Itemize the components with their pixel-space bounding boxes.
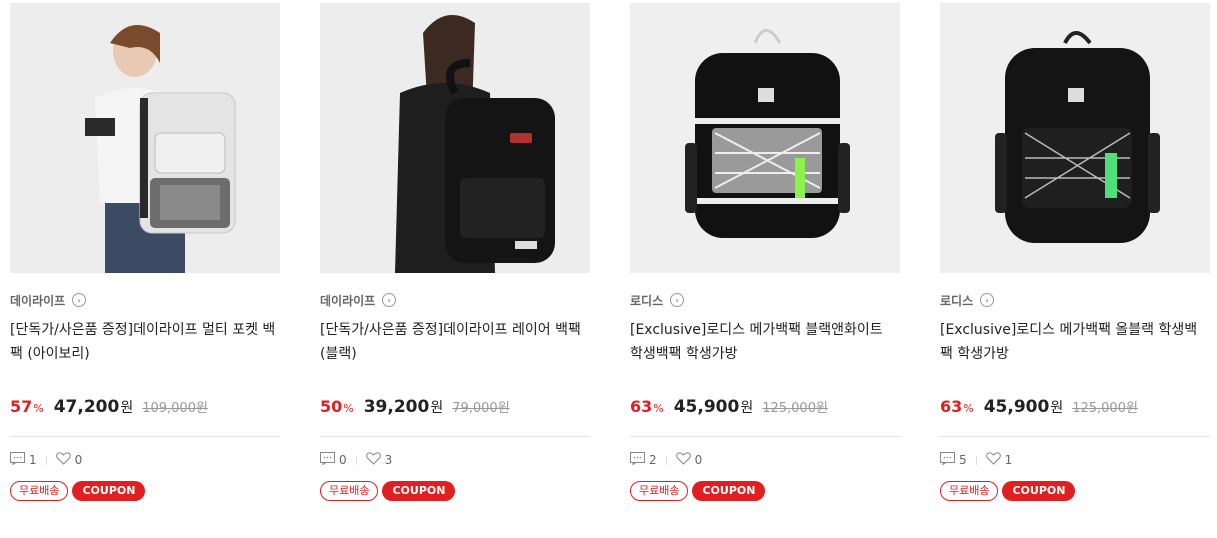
divider	[940, 436, 1210, 437]
chevron-right-icon: ›	[72, 293, 87, 307]
stats-row: 5 1	[940, 451, 1210, 469]
coupon-badge: COUPON	[692, 481, 766, 501]
product-title[interactable]: [단독가/사은품 증정]데이라이프 레이어 백팩 (블랙)	[320, 318, 590, 366]
comment-icon	[320, 452, 335, 468]
stats-row: 2 0	[630, 451, 900, 469]
divider	[355, 455, 357, 465]
chevron-right-icon: ›	[382, 293, 397, 307]
free-shipping-badge: 무료배송	[10, 481, 69, 501]
heart-icon[interactable]	[675, 452, 691, 468]
product-title[interactable]: [단독가/사은품 증정]데이라이프 멀티 포켓 백팩 (아이보리)	[10, 318, 280, 366]
price-row: 63% 45,900원 125,000원	[630, 397, 900, 419]
chevron-right-icon: ›	[670, 293, 685, 307]
divider	[45, 455, 47, 465]
free-shipping-badge: 무료배송	[630, 481, 689, 501]
product-image[interactable]	[630, 3, 900, 273]
free-shipping-badge: 무료배송	[940, 481, 999, 501]
tag-list: 무료배송 COUPON	[940, 481, 1210, 501]
sale-price: 45,900원	[673, 397, 754, 417]
tag-list: 무료배송 COUPON	[630, 481, 900, 501]
product-card: 로디스 › [Exclusive]로디스 메가백팩 올블랙 학생백팩 학생가방 …	[940, 3, 1210, 501]
like-count: 0	[694, 453, 703, 467]
price-row: 57% 47,200원 109,000원	[10, 397, 280, 419]
product-title[interactable]: [Exclusive]로디스 메가백팩 올블랙 학생백팩 학생가방	[940, 318, 1210, 366]
sale-price: 39,200원	[363, 397, 444, 417]
product-grid: 데이라이프 › [단독가/사은품 증정]데이라이프 멀티 포켓 백팩 (아이보리…	[0, 0, 1217, 538]
comment-icon	[630, 452, 645, 468]
discount-rate: 50%	[320, 397, 354, 416]
original-price: 125,000원	[762, 401, 828, 416]
product-card: 데이라이프 › [단독가/사은품 증정]데이라이프 레이어 백팩 (블랙) 50…	[320, 3, 590, 501]
divider	[630, 436, 900, 437]
original-price: 125,000원	[1072, 401, 1138, 416]
like-count: 0	[74, 453, 83, 467]
stats-row: 0 3	[320, 451, 590, 469]
stats-row: 1 0	[10, 451, 280, 469]
comment-icon	[10, 452, 25, 468]
divider	[320, 436, 590, 437]
brand-link[interactable]: 데이라이프 ›	[320, 292, 590, 308]
product-image[interactable]	[10, 3, 280, 273]
brand-link[interactable]: 로디스 ›	[630, 292, 900, 308]
review-count: 2	[649, 453, 657, 467]
heart-icon[interactable]	[985, 452, 1001, 468]
coupon-badge: COUPON	[382, 481, 456, 501]
product-title[interactable]: [Exclusive]로디스 메가백팩 블랙앤화이트 학생백팩 학생가방	[630, 318, 900, 366]
brand-link[interactable]: 로디스 ›	[940, 292, 1210, 308]
review-count: 1	[29, 453, 37, 467]
sale-price: 47,200원	[53, 397, 134, 417]
product-image[interactable]	[940, 3, 1210, 273]
product-card: 데이라이프 › [단독가/사은품 증정]데이라이프 멀티 포켓 백팩 (아이보리…	[10, 3, 280, 501]
sale-price: 45,900원	[983, 397, 1064, 417]
product-card: 로디스 › [Exclusive]로디스 메가백팩 블랙앤화이트 학생백팩 학생…	[630, 3, 900, 501]
original-price: 109,000원	[142, 401, 208, 416]
model-black-backpack-illustration	[320, 3, 590, 273]
comment-icon	[940, 452, 955, 468]
free-shipping-badge: 무료배송	[320, 481, 379, 501]
coupon-badge: COUPON	[1002, 481, 1076, 501]
model-white-backpack-illustration	[10, 3, 280, 273]
brand-name: 로디스	[940, 293, 974, 308]
brand-link[interactable]: 데이라이프 ›	[10, 292, 280, 308]
product-image[interactable]	[320, 3, 590, 273]
coupon-badge: COUPON	[72, 481, 146, 501]
brand-name: 로디스	[630, 293, 664, 308]
like-count: 3	[384, 453, 393, 467]
discount-rate: 63%	[630, 397, 664, 416]
price-row: 63% 45,900원 125,000원	[940, 397, 1210, 419]
original-price: 79,000원	[452, 401, 510, 416]
brand-name: 데이라이프	[320, 293, 376, 308]
discount-rate: 63%	[940, 397, 974, 416]
black-white-backpack-illustration	[630, 3, 900, 273]
divider	[665, 455, 667, 465]
chevron-right-icon: ›	[980, 293, 995, 307]
tag-list: 무료배송 COUPON	[320, 481, 590, 501]
divider	[975, 455, 977, 465]
review-count: 0	[339, 453, 347, 467]
divider	[10, 436, 280, 437]
review-count: 5	[959, 453, 967, 467]
heart-icon[interactable]	[55, 452, 71, 468]
heart-icon[interactable]	[365, 452, 381, 468]
all-black-backpack-illustration	[940, 3, 1210, 273]
like-count: 1	[1004, 453, 1013, 467]
discount-rate: 57%	[10, 397, 44, 416]
tag-list: 무료배송 COUPON	[10, 481, 280, 501]
brand-name: 데이라이프	[10, 293, 66, 308]
price-row: 50% 39,200원 79,000원	[320, 397, 590, 419]
